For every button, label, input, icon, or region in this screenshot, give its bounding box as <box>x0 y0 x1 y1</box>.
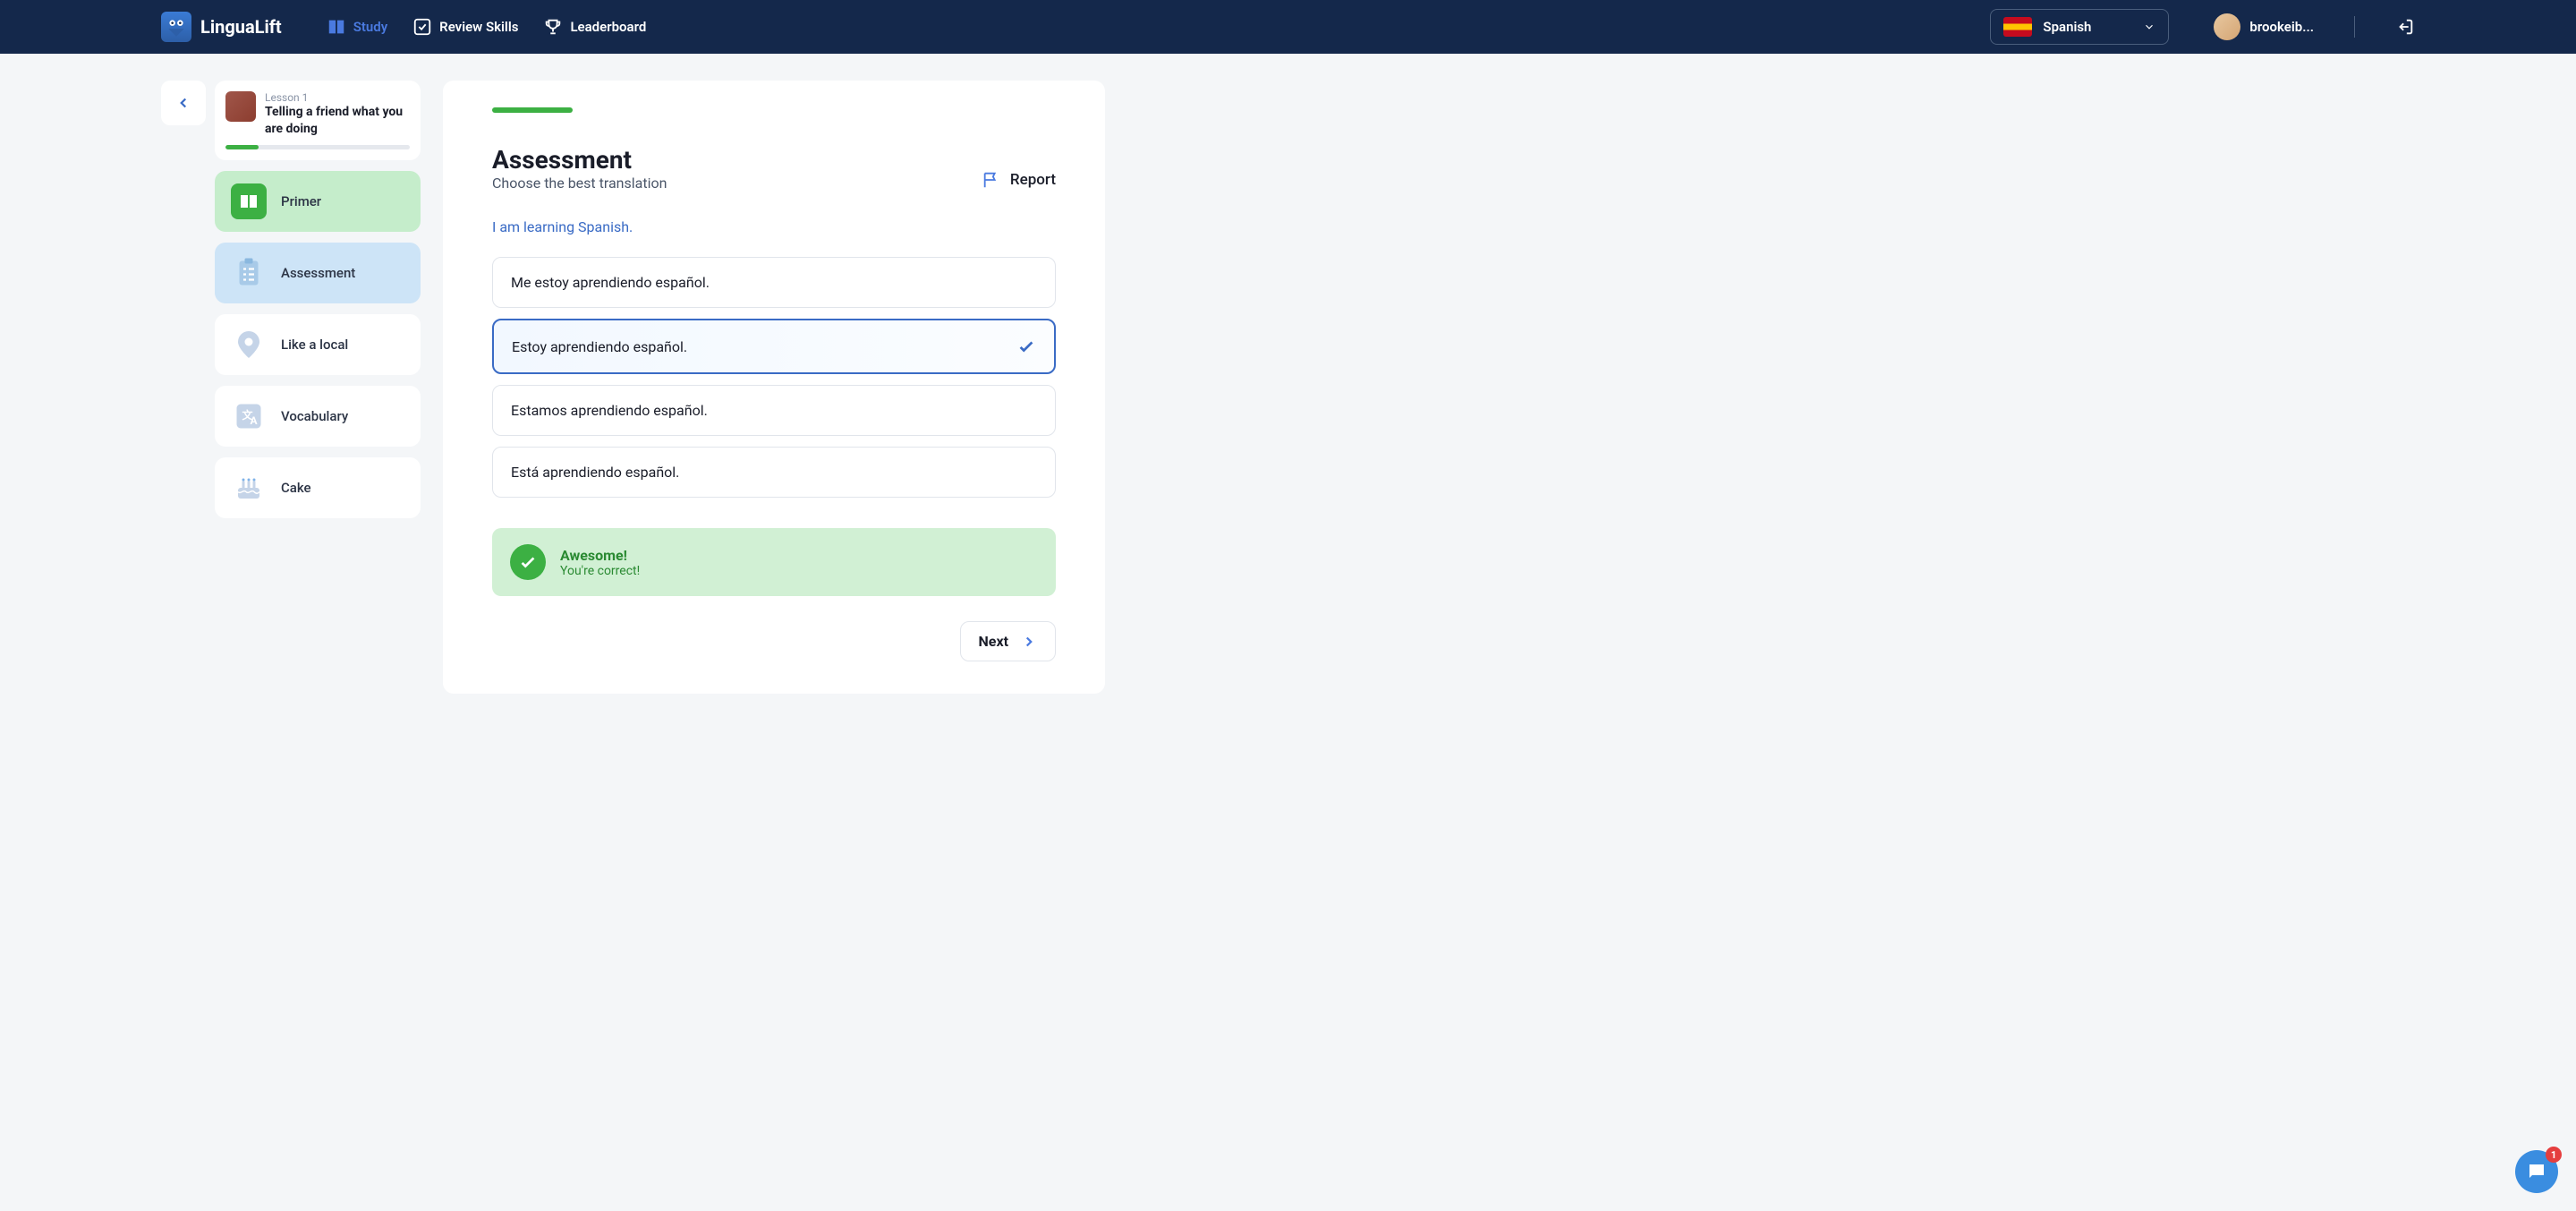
main-container: Lesson 1 Telling a friend what you are d… <box>0 54 2576 721</box>
brand-logo[interactable]: LinguaLift <box>161 12 282 42</box>
book-icon <box>327 17 346 37</box>
option-0[interactable]: Me estoy aprendiendo español. <box>492 257 1056 308</box>
book-open-icon <box>231 183 267 219</box>
options-list: Me estoy aprendiendo español. Estoy apre… <box>492 257 1056 498</box>
option-3[interactable]: Está aprendiendo español. <box>492 447 1056 498</box>
spain-flag-icon <box>2003 17 2032 37</box>
flag-icon <box>982 170 1001 190</box>
option-2[interactable]: Estamos aprendiendo español. <box>492 385 1056 436</box>
progress-indicator <box>492 107 573 113</box>
lesson-thumbnail <box>225 91 256 122</box>
lesson-progress-bar <box>225 145 410 149</box>
chat-badge: 1 <box>2546 1147 2562 1163</box>
prompt-text: I am learning Spanish. <box>492 218 1056 235</box>
checkbox-icon <box>412 17 432 37</box>
option-1[interactable]: Estoy aprendiendo español. <box>492 319 1056 374</box>
sidebar: Lesson 1 Telling a friend what you are d… <box>161 81 421 518</box>
page-subtitle: Choose the best translation <box>492 175 667 192</box>
lesson-title: Telling a friend what you are doing <box>265 104 410 138</box>
map-pin-icon <box>231 327 267 362</box>
step-primer[interactable]: Primer <box>215 171 421 232</box>
trophy-icon <box>543 17 563 37</box>
chat-widget[interactable]: 1 <box>2515 1150 2558 1193</box>
report-button[interactable]: Report <box>982 170 1056 190</box>
step-cake[interactable]: Cake <box>215 457 421 518</box>
chat-icon <box>2526 1161 2547 1182</box>
top-header: LinguaLift Study Review Skills Leaderboa… <box>0 0 2576 54</box>
feedback-banner: Awesome! You're correct! <box>492 528 1056 596</box>
check-icon <box>1016 337 1036 356</box>
logout-icon[interactable] <box>2395 17 2415 37</box>
step-like-a-local[interactable]: Like a local <box>215 314 421 375</box>
chevron-down-icon <box>2143 21 2155 33</box>
owl-icon <box>161 12 191 42</box>
back-button[interactable] <box>161 81 206 125</box>
user-menu[interactable]: brookeib... <box>2214 13 2314 40</box>
avatar <box>2214 13 2240 40</box>
brand-name: LinguaLift <box>200 16 282 38</box>
lesson-number: Lesson 1 <box>265 91 410 104</box>
checklist-icon <box>231 255 267 291</box>
main-nav: Study Review Skills Leaderboard <box>327 17 647 37</box>
chevron-right-icon <box>1021 634 1037 650</box>
feedback-title: Awesome! <box>560 547 640 564</box>
cake-icon <box>231 470 267 506</box>
svg-text:A: A <box>251 414 259 427</box>
step-vocabulary[interactable]: 文A Vocabulary <box>215 386 421 447</box>
success-check-icon <box>510 544 546 580</box>
main-panel: Assessment Choose the best translation R… <box>443 81 1105 694</box>
next-button[interactable]: Next <box>960 621 1056 661</box>
step-assessment[interactable]: Assessment <box>215 243 421 303</box>
lesson-card[interactable]: Lesson 1 Telling a friend what you are d… <box>215 81 421 160</box>
nav-review-skills[interactable]: Review Skills <box>412 17 518 37</box>
translate-icon: 文A <box>231 398 267 434</box>
chevron-left-icon <box>175 95 191 111</box>
divider <box>2354 16 2355 38</box>
language-selector[interactable]: Spanish <box>1990 9 2169 45</box>
page-title: Assessment <box>492 145 667 175</box>
nav-leaderboard[interactable]: Leaderboard <box>543 17 646 37</box>
feedback-subtitle: You're correct! <box>560 564 640 578</box>
nav-study[interactable]: Study <box>327 17 387 37</box>
